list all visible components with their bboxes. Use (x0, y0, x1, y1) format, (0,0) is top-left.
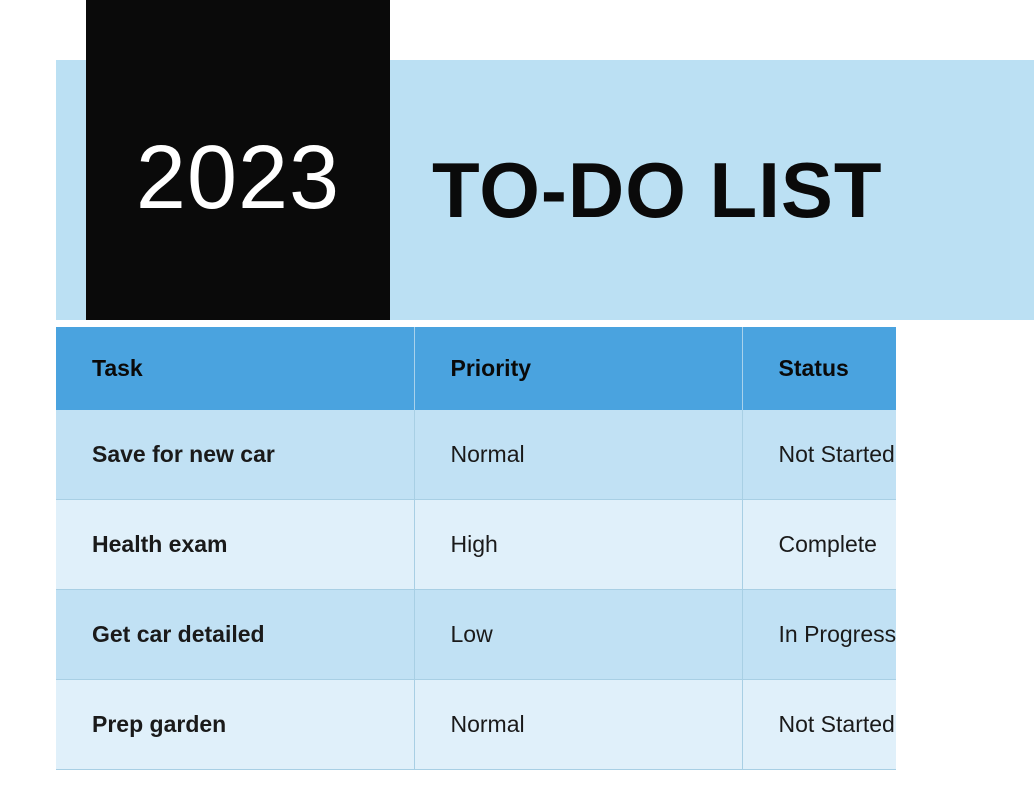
column-header-priority: Priority (414, 327, 742, 410)
status-cell: In Progress (742, 590, 896, 680)
table-row: Save for new car Normal Not Started (56, 410, 896, 500)
column-header-task: Task (56, 327, 414, 410)
task-cell: Prep garden (56, 680, 414, 770)
table-row: Health exam High Complete (56, 500, 896, 590)
task-cell: Save for new car (56, 410, 414, 500)
year-block: 2023 (86, 0, 390, 320)
task-cell: Get car detailed (56, 590, 414, 680)
table-row: Prep garden Normal Not Started (56, 680, 896, 770)
year-text: 2023 (136, 127, 340, 230)
status-cell: Not Started (742, 410, 896, 500)
todo-table: Task Priority Status Save for new car No… (56, 327, 896, 770)
status-cell: Complete (742, 500, 896, 590)
priority-cell: Low (414, 590, 742, 680)
column-header-status: Status (742, 327, 896, 410)
priority-cell: Normal (414, 680, 742, 770)
task-cell: Health exam (56, 500, 414, 590)
table-row: Get car detailed Low In Progress (56, 590, 896, 680)
priority-cell: Normal (414, 410, 742, 500)
priority-cell: High (414, 500, 742, 590)
table-header-row: Task Priority Status (56, 327, 896, 410)
status-cell: Not Started (742, 680, 896, 770)
page-title: TO-DO LIST (432, 145, 883, 236)
